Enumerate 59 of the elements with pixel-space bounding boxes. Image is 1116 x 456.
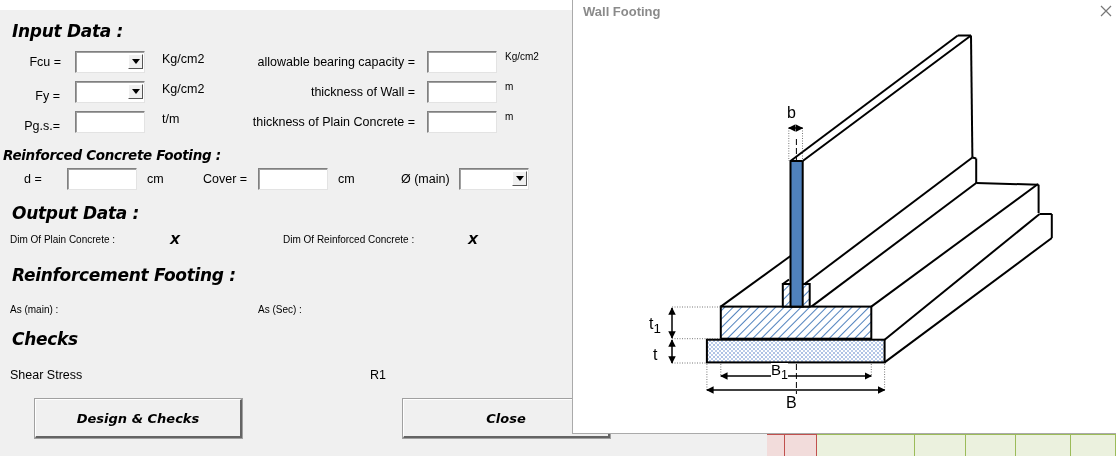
unit-label: m — [504, 111, 515, 124]
unit-label: Kg/cm2 — [161, 51, 206, 68]
section-heading: Reinforced Concrete Footing : — [3, 146, 222, 165]
dimension-label: t — [653, 346, 658, 364]
field-label: Cover = — [203, 171, 249, 188]
spreadsheet-cell — [1071, 434, 1116, 456]
result-label: As (Sec) : — [258, 303, 303, 315]
caret-icon — [131, 89, 140, 94]
window-title: Wall Footing — [583, 3, 661, 19]
action-button[interactable]: Design & Checks — [35, 399, 242, 438]
input-field[interactable] — [75, 111, 145, 133]
unit-label: cm — [146, 171, 165, 188]
spreadsheet-cell — [915, 434, 966, 456]
section-heading: Reinforcement Footing : — [12, 264, 237, 286]
spreadsheet-cell — [785, 434, 817, 456]
unit-label: m — [504, 81, 515, 94]
section-heading: Output Data : — [12, 202, 140, 224]
section-heading: Input Data : — [12, 20, 125, 42]
field-label: thickness of Wall = — [309, 84, 416, 101]
unit-label: Kg/cm2 — [161, 81, 206, 98]
result-label: As (main) : — [10, 303, 60, 315]
input-field[interactable] — [258, 168, 328, 190]
dimension-label: t$_{1}$ — [649, 315, 661, 339]
spreadsheet-cell — [767, 434, 785, 456]
check-label: Shear Stress — [10, 367, 84, 383]
input-field[interactable] — [427, 51, 497, 73]
dropdown-field[interactable] — [75, 81, 145, 103]
field-label: d = — [23, 171, 43, 188]
result-value: X — [170, 231, 182, 247]
close-icon[interactable] — [1100, 5, 1112, 17]
result-label: Dim Of Reinforced Concrete : — [283, 233, 416, 245]
dropdown-button[interactable] — [128, 84, 143, 99]
result-value: X — [468, 231, 480, 247]
dimension-label: b — [787, 104, 796, 122]
caret-icon — [131, 59, 140, 64]
dropdown-button[interactable] — [128, 54, 143, 69]
field-label: thickness of Plain Concrete = — [251, 114, 416, 131]
input-field[interactable] — [67, 168, 137, 190]
dimension-label: B$_{1}$ — [771, 363, 788, 382]
unit-label: Kg/cm2 — [504, 51, 540, 64]
spreadsheet-cell — [966, 434, 1016, 456]
check-value: R1 — [370, 367, 387, 383]
dropdown-button[interactable] — [512, 171, 527, 186]
field-label: Fy = — [34, 88, 61, 103]
dimension-label: B — [786, 394, 797, 412]
unit-label: t/m — [161, 111, 181, 128]
dropdown-field[interactable] — [459, 168, 529, 190]
section-heading: Checks — [12, 328, 79, 350]
field-label: Pg.s.= — [23, 118, 61, 133]
input-field[interactable] — [427, 111, 497, 133]
field-label: Ø (main) — [401, 171, 451, 188]
unit-label: cm — [337, 171, 356, 188]
input-field[interactable] — [427, 81, 497, 103]
field-label: Fcu = — [28, 54, 62, 71]
spreadsheet-cell — [1016, 434, 1071, 456]
caret-icon — [515, 176, 524, 181]
result-label: Dim Of Plain Concrete : — [10, 233, 117, 245]
field-label: allowable bearing capacity = — [256, 54, 416, 71]
dropdown-field[interactable] — [75, 51, 145, 73]
